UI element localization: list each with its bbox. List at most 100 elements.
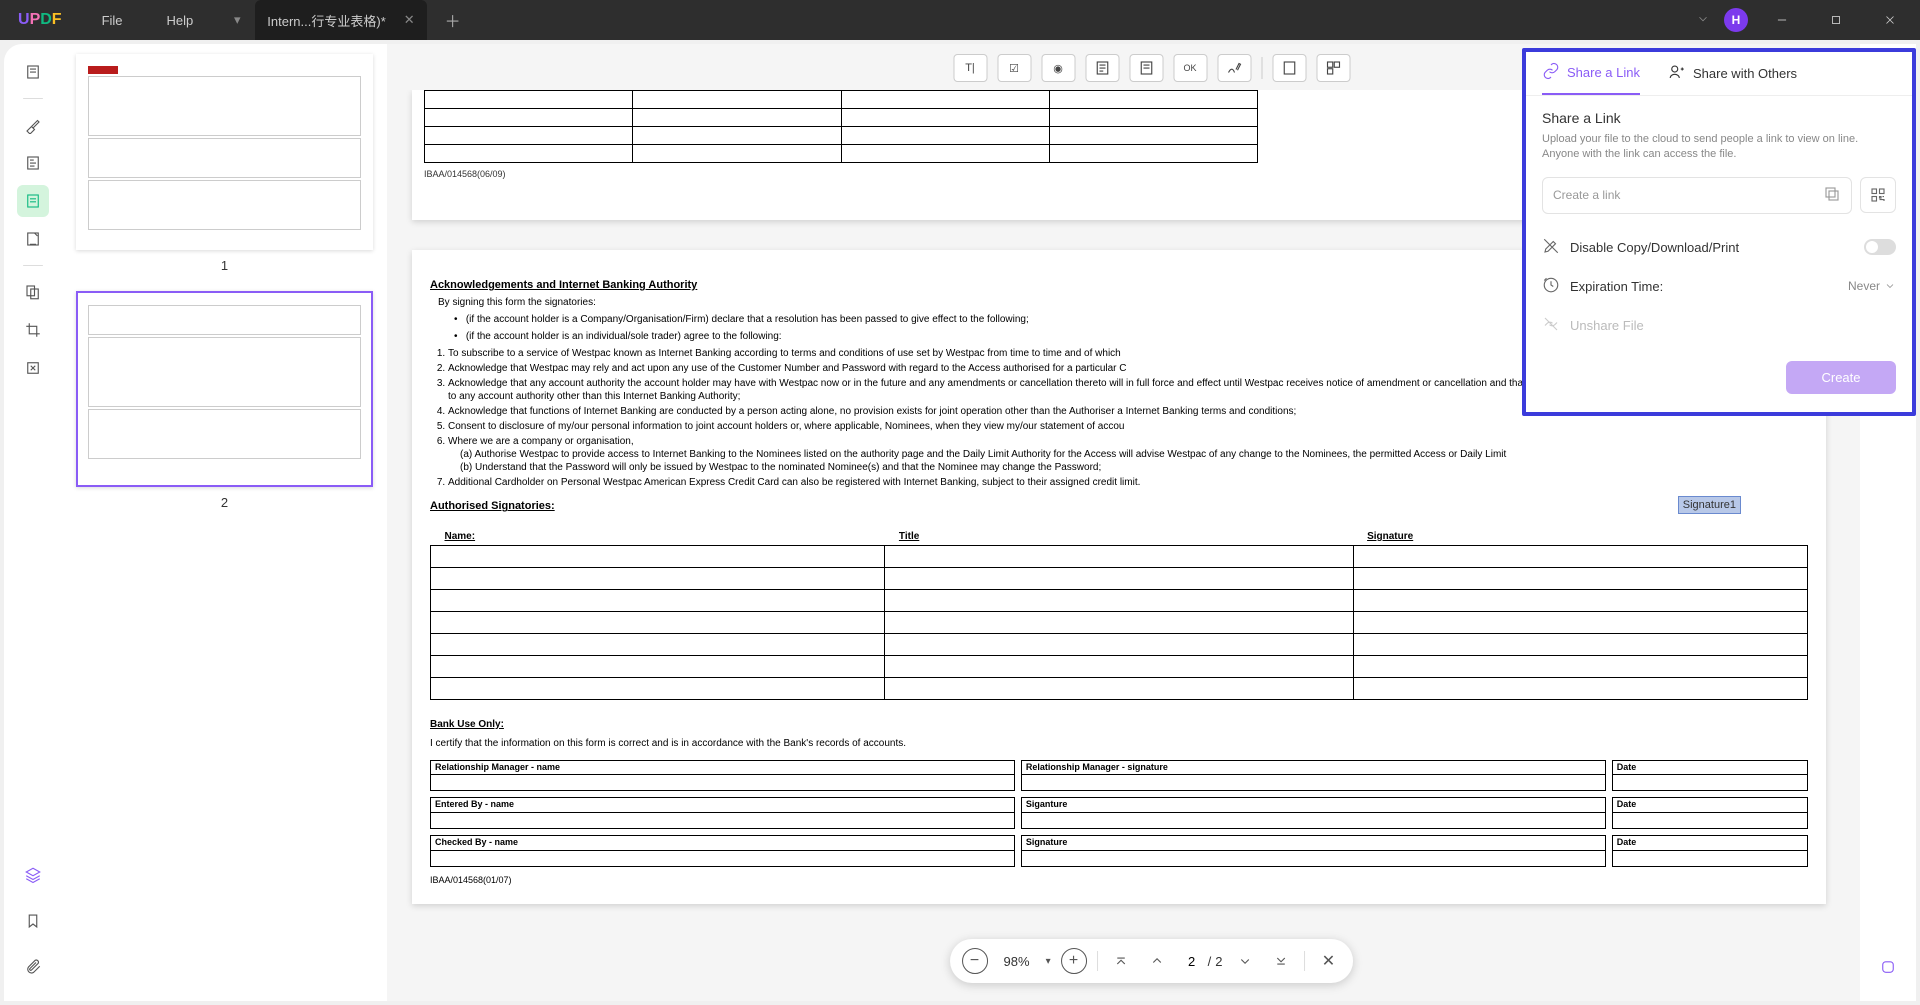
unshare-label: Unshare File <box>1570 318 1644 333</box>
attachment-icon[interactable] <box>17 951 49 983</box>
highlight-tool[interactable] <box>17 109 49 141</box>
cert-text: I certify that the information on this f… <box>430 737 1808 750</box>
zoom-value[interactable]: 98% <box>998 954 1036 969</box>
thumb-2-label: 2 <box>76 495 373 510</box>
note-tool[interactable] <box>1085 54 1119 82</box>
first-page-button[interactable] <box>1108 948 1134 974</box>
separator <box>23 98 43 99</box>
clock-icon <box>1542 276 1560 297</box>
app-logo: UPDF <box>0 11 80 29</box>
disable-copy-toggle[interactable] <box>1864 239 1896 255</box>
titlebar-right: H <box>1696 5 1920 35</box>
last-page-button[interactable] <box>1268 948 1294 974</box>
tab-dropdown[interactable]: ▾ <box>225 8 249 32</box>
titlebar-chevron-icon[interactable] <box>1696 12 1710 29</box>
page1-table <box>424 90 1258 163</box>
people-icon <box>1668 63 1686 84</box>
signature-tool[interactable] <box>1217 54 1251 82</box>
reader-tool[interactable] <box>17 56 49 88</box>
radio-tool[interactable]: ◉ <box>1041 54 1075 82</box>
page-canvas: T| ☑ ◉ OK IBAA/014568(06/09) 7. = Send a… <box>387 44 1916 1001</box>
minimize-button[interactable] <box>1762 5 1802 35</box>
maximize-button[interactable] <box>1816 5 1856 35</box>
share-link-tab[interactable]: Share a Link <box>1542 62 1640 95</box>
bank-use-section: Bank Use Only: I certify that the inform… <box>430 718 1808 867</box>
close-zoombar-button[interactable]: ✕ <box>1315 948 1341 974</box>
ai-assistant-icon[interactable] <box>1872 951 1904 983</box>
auth-sig-heading: Authorised Signatories: <box>430 499 1808 513</box>
share-link-tab-label: Share a Link <box>1567 65 1640 80</box>
organize-tool[interactable] <box>17 223 49 255</box>
zoom-dropdown[interactable]: ▾ <box>1046 956 1051 967</box>
current-page-input[interactable] <box>1180 954 1204 969</box>
share-others-tab[interactable]: Share with Others <box>1668 62 1797 95</box>
expiration-option[interactable]: Expiration Time: Never <box>1542 267 1896 306</box>
page-total: 2 <box>1215 954 1222 969</box>
separator <box>23 265 43 266</box>
siganture-label: Siganture <box>1022 798 1605 812</box>
titlebar: UPDF File Help ▾ Intern...行专业表格)* ✕ ＋ H <box>0 0 1920 40</box>
button-tool[interactable]: OK <box>1173 54 1207 82</box>
next-page-button[interactable] <box>1232 948 1258 974</box>
unlink-icon <box>1542 315 1560 336</box>
copy-icon[interactable] <box>1823 185 1841 206</box>
ack-item: Where we are a company or organisation, <box>448 436 634 447</box>
list-tool[interactable] <box>1129 54 1163 82</box>
share-body: Share a Link Upload your file to the clo… <box>1526 96 1912 412</box>
crop-tool[interactable] <box>17 314 49 346</box>
entered-label: Entered By - name <box>431 798 1014 812</box>
checkbox-tool[interactable]: ☑ <box>997 54 1031 82</box>
zoom-toolbar: − 98% ▾ + / 2 ✕ <box>950 939 1354 983</box>
page-indicator: / 2 <box>1180 954 1223 969</box>
form-tool[interactable] <box>1272 54 1306 82</box>
link-icon <box>1542 62 1560 83</box>
thumbnail-1[interactable]: 1 <box>76 54 373 273</box>
document-tab[interactable]: Intern...行专业表格)* ✕ <box>255 0 426 40</box>
add-tab-button[interactable]: ＋ <box>445 8 461 32</box>
page2-footer-code: IBAA/014568(01/07) <box>430 875 1808 887</box>
text-tool[interactable]: T| <box>953 54 987 82</box>
comment-tool[interactable] <box>17 147 49 179</box>
redact-tool[interactable] <box>17 352 49 384</box>
col-title: Title <box>885 528 1353 546</box>
expiration-value[interactable]: Never <box>1848 279 1896 293</box>
ack-subitem: (b) Understand that the Password will on… <box>460 461 1808 474</box>
user-avatar[interactable]: H <box>1724 8 1748 32</box>
ack-item: Additional Cardholder on Personal Westpa… <box>448 476 1808 489</box>
link-input[interactable]: Create a link <box>1542 177 1852 214</box>
pages-tool[interactable] <box>17 276 49 308</box>
thumbnail-2[interactable]: 2 <box>76 291 373 510</box>
close-window-button[interactable] <box>1870 5 1910 35</box>
edit-tool[interactable] <box>17 185 49 217</box>
zoom-out-button[interactable]: − <box>962 948 988 974</box>
pencil-off-icon <box>1542 237 1560 258</box>
menu-file[interactable]: File <box>80 13 145 28</box>
zoom-in-button[interactable]: + <box>1061 948 1087 974</box>
layers-icon[interactable] <box>17 859 49 891</box>
bookmark-icon[interactable] <box>17 905 49 937</box>
link-row: Create a link <box>1542 177 1896 214</box>
signature-label: Signature <box>1022 836 1605 850</box>
separator <box>1097 951 1098 971</box>
expiration-label: Expiration Time: <box>1570 279 1663 294</box>
close-tab-icon[interactable]: ✕ <box>404 12 415 28</box>
col-name: Name: <box>431 528 885 546</box>
menu-help[interactable]: Help <box>145 13 216 28</box>
prev-page-button[interactable] <box>1144 948 1170 974</box>
share-heading: Share a Link <box>1542 110 1896 126</box>
page-sep: / <box>1208 954 1212 969</box>
separator <box>1261 57 1262 79</box>
create-button[interactable]: Create <box>1786 361 1896 394</box>
signature-field[interactable]: Signature1 <box>1678 496 1741 514</box>
link-placeholder: Create a link <box>1553 188 1620 202</box>
main-area: 1 2 T| ☑ ◉ OK IBAA/014568(06/09) <box>4 44 1916 1001</box>
bullet-1: (if the account holder is a Company/Orga… <box>466 314 1029 325</box>
tab-area: ▾ Intern...行专业表格)* ✕ ＋ <box>225 0 460 40</box>
disable-copy-option[interactable]: Disable Copy/Download/Print <box>1542 228 1896 267</box>
checked-label: Checked By - name <box>431 836 1014 850</box>
rm-sig-label: Relationship Manager - signature <box>1022 761 1605 775</box>
grid-tool[interactable] <box>1316 54 1350 82</box>
col-signature: Signature <box>1353 528 1807 546</box>
qr-code-button[interactable] <box>1860 177 1896 213</box>
share-tabs: Share a Link Share with Others <box>1526 52 1912 96</box>
